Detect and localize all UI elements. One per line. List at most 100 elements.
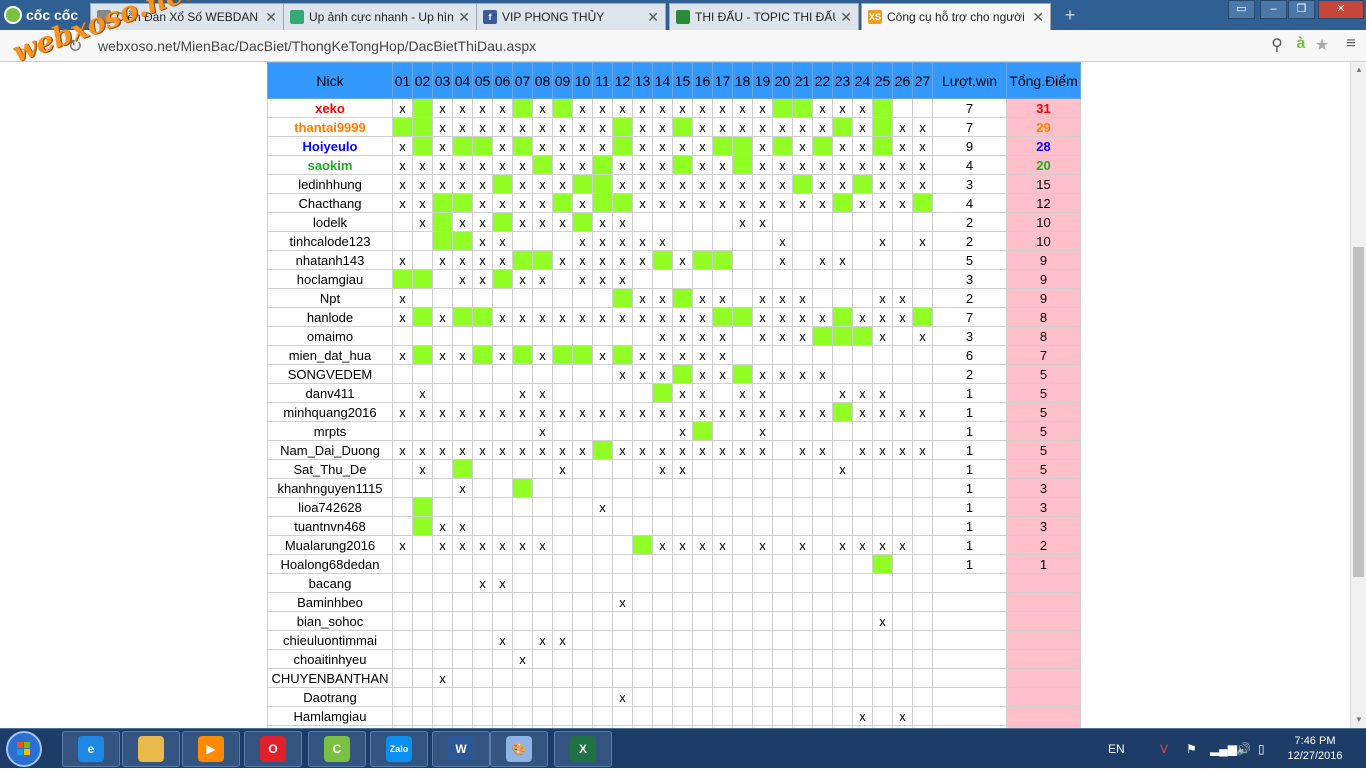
day-cell	[552, 383, 573, 403]
url-field[interactable]: webxoso.net/MienBac/DacBiet/ThongKeTongH…	[98, 36, 536, 56]
day-cell	[512, 421, 533, 441]
column-header-day: 22	[812, 62, 833, 99]
taskbar-app[interactable]: ▶	[182, 731, 240, 767]
day-cell: x	[652, 288, 673, 308]
language-indicator[interactable]: EN	[1108, 729, 1125, 769]
day-cell	[912, 364, 933, 384]
day-cell: x	[492, 193, 513, 213]
day-cell	[432, 611, 453, 631]
tab-close-icon[interactable]: ✕	[647, 9, 659, 26]
day-cell: x	[892, 535, 913, 555]
day-cell: x	[672, 307, 693, 327]
day-cell	[492, 459, 513, 479]
day-cell: x	[432, 136, 453, 156]
day-cell	[852, 687, 873, 707]
day-cell: x	[452, 345, 473, 365]
battery-icon[interactable]: ▯	[1258, 729, 1265, 769]
day-cell: x	[852, 98, 873, 118]
win-cell	[692, 421, 713, 441]
day-cell: x	[692, 307, 713, 327]
taskbar-app[interactable]: C	[308, 731, 366, 767]
window-extra-button[interactable]: ▭	[1228, 0, 1255, 19]
win-cell	[832, 117, 853, 137]
day-cell	[852, 288, 873, 308]
day-cell	[812, 269, 833, 289]
player-nick: nhatanh143	[267, 250, 393, 270]
taskbar-app[interactable]: W	[432, 731, 490, 767]
day-cell	[892, 573, 913, 593]
taskbar-app[interactable]	[122, 731, 180, 767]
day-cell: x	[692, 402, 713, 422]
taskbar-app[interactable]: e	[62, 731, 120, 767]
day-cell	[732, 269, 753, 289]
tab-close-icon[interactable]: ✕	[840, 9, 852, 26]
win-count: 1	[932, 459, 1007, 479]
day-cell	[832, 611, 853, 631]
day-cell	[792, 668, 813, 688]
day-cell: x	[772, 117, 793, 137]
column-header-nick: Nick	[267, 62, 393, 99]
day-cell: x	[712, 98, 733, 118]
vietkey-icon[interactable]: V	[1160, 729, 1168, 769]
network-signal-icon[interactable]: ▂▄▆	[1210, 729, 1237, 769]
day-cell	[832, 630, 853, 650]
system-clock[interactable]: 7:46 PM 12/27/2016	[1280, 734, 1350, 764]
table-row: mrpts x x x 1 5	[267, 421, 1081, 441]
day-cell: x	[472, 440, 493, 460]
browser-tab[interactable]: THI ĐẤU - TOPIC THI ĐẤU ✕	[669, 3, 859, 30]
day-cell	[472, 687, 493, 707]
day-cell: x	[552, 402, 573, 422]
day-cell	[772, 554, 793, 574]
day-cell: x	[752, 364, 773, 384]
scrollbar-thumb[interactable]	[1353, 247, 1364, 577]
menu-icon[interactable]: ≡	[1340, 35, 1362, 53]
day-cell	[512, 364, 533, 384]
day-cell: x	[652, 440, 673, 460]
day-cell	[892, 364, 913, 384]
day-cell: x	[432, 345, 453, 365]
scroll-down-arrow-icon[interactable]: ▼	[1351, 712, 1366, 728]
browser-tab[interactable]: f VIP PHONG THỦY ✕	[476, 3, 666, 30]
new-tab-button[interactable]: +	[1060, 6, 1080, 24]
day-cell: x	[392, 98, 413, 118]
day-cell	[392, 630, 413, 650]
tab-close-icon[interactable]: ✕	[265, 9, 277, 26]
day-cell: x	[532, 269, 553, 289]
tab-close-icon[interactable]: ✕	[1032, 9, 1044, 26]
day-cell	[732, 421, 753, 441]
tray-flag-icon[interactable]: ⚑	[1186, 729, 1197, 769]
day-cell	[812, 288, 833, 308]
taskbar-app[interactable]: 🎨	[490, 731, 548, 767]
day-cell: x	[692, 193, 713, 213]
coccoc-dictionary-icon[interactable]: à	[1290, 35, 1312, 53]
day-cell	[912, 554, 933, 574]
minimize-button[interactable]: –	[1260, 0, 1287, 19]
taskbar-app[interactable]: X	[554, 731, 612, 767]
tab-close-icon[interactable]: ✕	[458, 9, 470, 26]
start-button[interactable]	[6, 731, 42, 767]
day-cell	[452, 592, 473, 612]
day-cell	[452, 668, 473, 688]
day-cell	[872, 212, 893, 232]
day-cell	[672, 592, 693, 612]
maximize-button[interactable]: ❐	[1288, 0, 1315, 19]
day-cell	[792, 573, 813, 593]
taskbar-app[interactable]: Zalo	[370, 731, 428, 767]
scroll-up-arrow-icon[interactable]: ▲	[1351, 62, 1366, 78]
bookmark-star-icon[interactable]: ★	[1311, 35, 1333, 55]
page-scrollbar[interactable]: ▲ ▼	[1350, 62, 1366, 728]
zoom-search-icon[interactable]: ⚲	[1266, 35, 1288, 55]
browser-tab[interactable]: Up ảnh cực nhanh - Up hìn ✕	[283, 3, 477, 30]
day-cell: x	[512, 535, 533, 555]
taskbar-app[interactable]: O	[244, 731, 302, 767]
day-cell: x	[872, 611, 893, 631]
volume-icon[interactable]: 🔊	[1236, 729, 1251, 769]
day-cell	[472, 516, 493, 536]
day-cell	[872, 630, 893, 650]
window-close-button[interactable]: ✕	[1318, 0, 1364, 19]
browser-tab[interactable]: XS Công cụ hỗ trợ cho người ✕	[861, 3, 1051, 30]
day-cell	[412, 288, 433, 308]
day-cell	[772, 573, 793, 593]
day-cell	[612, 383, 633, 403]
day-cell: x	[832, 98, 853, 118]
